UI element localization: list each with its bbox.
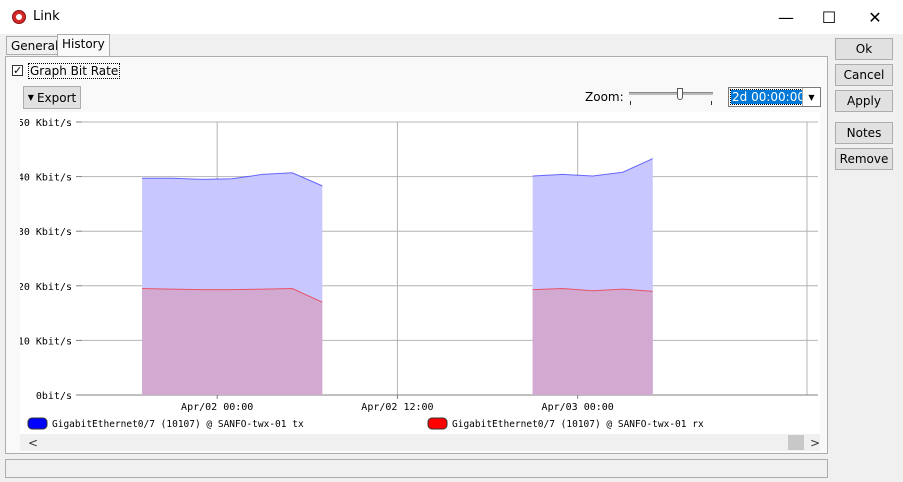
zoom-period-value: 2d 00:00:00 (730, 89, 807, 105)
zoom-period-select[interactable]: 2d 00:00:00 ▼ (728, 87, 821, 107)
notes-button[interactable]: Notes (835, 122, 893, 144)
remove-button[interactable]: Remove (835, 148, 893, 170)
minimize-button[interactable]: — (763, 0, 809, 34)
tab-history[interactable]: History (57, 34, 110, 57)
x-tick-label: Apr/02 12:00 (361, 402, 433, 413)
x-tick-label: Apr/03 00:00 (542, 402, 614, 413)
slider-tick (630, 101, 631, 105)
chart-background (20, 112, 820, 452)
slider-tick (711, 101, 712, 105)
legend-label: GigabitEthernet0/7 (10107) @ SANFO-twx-0… (52, 419, 304, 430)
y-tick-label: 20 Kbit/s (20, 282, 72, 293)
window-title: Link (33, 9, 60, 24)
zoom-slider-thumb[interactable] (677, 88, 683, 100)
close-button[interactable]: ✕ (852, 0, 898, 34)
zoom-slider-track (629, 92, 713, 95)
y-tick-label: 40 Kbit/s (20, 173, 72, 184)
traffic-chart: 0bit/s 10 Kbit/s 20 Kbit/s 30 Kbit/s 40 Kbit… (20, 112, 820, 452)
scroll-right-icon[interactable]: > (810, 436, 820, 450)
maximize-button[interactable]: ☐ (806, 0, 852, 34)
x-tick-label: Apr/02 00:00 (181, 402, 253, 413)
legend-swatch (27, 417, 48, 430)
ok-button[interactable]: Ok (835, 38, 893, 60)
legend-swatch (427, 417, 448, 430)
export-label: Export (36, 90, 77, 105)
scroll-left-icon[interactable]: < (28, 436, 38, 450)
graph-bit-rate-checkbox[interactable]: ✓ (12, 65, 23, 76)
cancel-button[interactable]: Cancel (835, 64, 893, 86)
title-bar: Link — ☐ ✕ (0, 0, 903, 34)
y-tick-label: 30 Kbit/s (20, 227, 72, 238)
zoom-slider[interactable] (627, 88, 715, 106)
zoom-label: Zoom: (585, 90, 624, 104)
chevron-down-icon[interactable]: ▼ (802, 88, 820, 106)
y-tick-label: 10 Kbit/s (20, 336, 72, 347)
status-bar (5, 459, 828, 478)
graph-bit-rate-label[interactable]: Graph Bit Rate (28, 63, 121, 79)
scrollbar-thumb[interactable] (788, 435, 804, 450)
horizontal-scrollbar (20, 434, 820, 451)
y-tick-label: 50 Kbit/s (20, 118, 72, 129)
series-area-rx (142, 288, 323, 395)
app-icon (12, 10, 26, 24)
series-area-rx (532, 288, 653, 395)
apply-button[interactable]: Apply (835, 90, 893, 112)
y-tick-label: 0bit/s (36, 391, 72, 402)
dropdown-arrow-icon: ▼ (27, 93, 34, 102)
export-button[interactable]: ▼ Export (23, 86, 81, 109)
tab-general[interactable]: General (6, 36, 64, 55)
legend-label: GigabitEthernet0/7 (10107) @ SANFO-twx-0… (452, 419, 704, 430)
